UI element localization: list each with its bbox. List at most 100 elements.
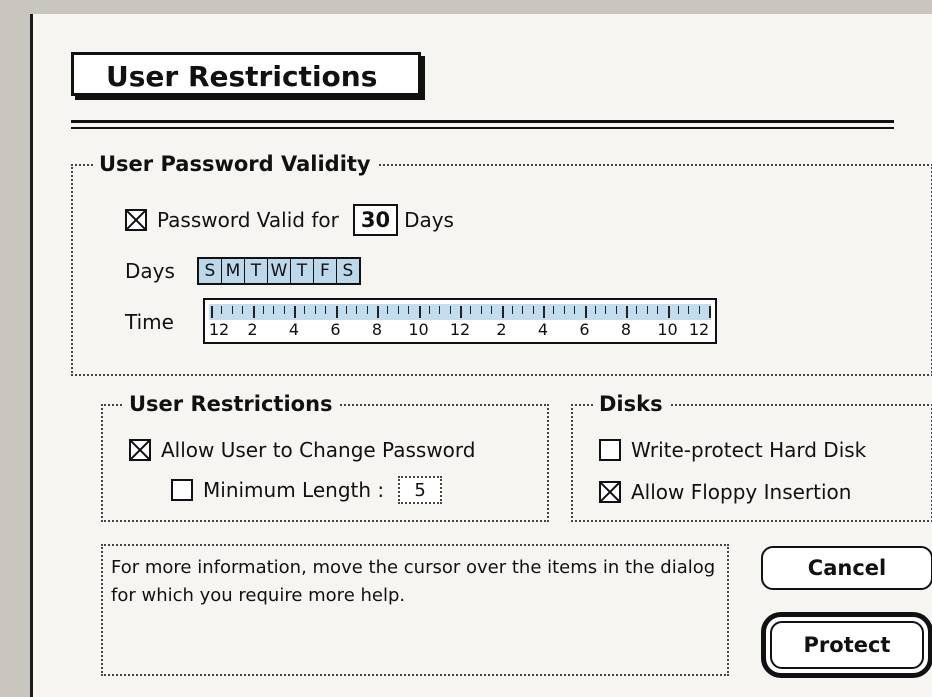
time-tick-label: 10: [408, 320, 429, 339]
protect-button[interactable]: Protect: [770, 621, 924, 669]
time-tick-label: 6: [579, 320, 590, 339]
time-tick: [356, 306, 358, 314]
min-length-row: Minimum Length : 5: [171, 476, 443, 504]
dialog-frame: User Restrictions User Password Validity…: [30, 14, 932, 697]
time-range-selector[interactable]: 12 2 4 6 8 10 12 2 4 6 8 10 12: [203, 298, 717, 344]
time-tick: [688, 306, 690, 314]
user-restrictions-group: User Restrictions: [101, 390, 549, 522]
time-tick: [522, 306, 524, 314]
day-thursday[interactable]: T: [290, 259, 314, 283]
password-valid-checkbox[interactable]: [125, 209, 147, 231]
time-tick: [304, 306, 306, 314]
time-tick: [387, 306, 389, 314]
time-tick: [242, 306, 244, 314]
min-length-field[interactable]: 5: [398, 476, 443, 504]
restrictions-dialog: User Restrictions User Password Validity…: [0, 0, 932, 697]
dialog-title: User Restrictions: [71, 52, 421, 96]
time-tick: [262, 306, 264, 314]
time-tick: [574, 306, 576, 314]
allow-change-checkbox[interactable]: [129, 439, 151, 461]
time-label: Time: [125, 310, 174, 334]
time-tick: [501, 306, 504, 318]
time-tick: [698, 306, 700, 314]
cancel-button[interactable]: Cancel: [761, 546, 932, 590]
day-wednesday[interactable]: W: [267, 259, 291, 283]
time-tick: [677, 306, 679, 314]
allow-floppy-label: Allow Floppy Insertion: [631, 480, 852, 504]
time-tick: [636, 306, 638, 314]
time-ticks: [211, 306, 711, 318]
time-tick-label: 12: [688, 320, 710, 339]
time-tick: [626, 306, 628, 318]
password-valid-label: Password Valid for: [157, 208, 339, 232]
allow-floppy-checkbox[interactable]: [599, 481, 621, 503]
title-divider-secondary: [71, 127, 894, 129]
day-sunday[interactable]: S: [198, 259, 222, 283]
time-tick: [460, 306, 462, 318]
password-days-field[interactable]: 30: [352, 204, 399, 236]
day-friday[interactable]: F: [313, 259, 337, 283]
protect-button-default-ring: Protect: [761, 612, 932, 678]
time-tick: [418, 306, 421, 318]
time-tick: [273, 306, 275, 314]
time-tick-label: 6: [330, 320, 341, 339]
time-tick: [428, 306, 430, 314]
time-tick-label: 4: [537, 320, 549, 339]
time-tick: [667, 306, 670, 318]
user-restrictions-title: User Restrictions: [123, 390, 339, 418]
time-tick: [231, 306, 233, 314]
disks-title: Disks: [593, 390, 669, 418]
allow-change-row: Allow User to Change Password: [129, 438, 475, 462]
time-tick: [397, 306, 399, 314]
time-tick: [594, 306, 596, 314]
help-text-box: For more information, move the cursor ov…: [101, 544, 729, 676]
day-saturday[interactable]: S: [336, 259, 359, 283]
title-divider: [71, 120, 894, 123]
time-row: Time: [125, 310, 174, 334]
allow-floppy-row: Allow Floppy Insertion: [599, 480, 851, 504]
time-tick: [345, 306, 347, 314]
time-tick-label: 4: [288, 320, 300, 339]
time-tick: [314, 306, 316, 314]
time-tick: [563, 306, 565, 314]
time-tick-label: 8: [620, 320, 632, 339]
time-tick: [709, 306, 711, 318]
time-tick: [584, 306, 587, 318]
time-tick: [646, 306, 648, 314]
time-tick: [532, 306, 534, 314]
min-length-checkbox[interactable]: [171, 479, 193, 501]
time-tick: [480, 306, 482, 314]
time-tick: [325, 306, 327, 314]
password-validity-title: User Password Validity: [93, 150, 377, 178]
days-row: Days S M T W T F S: [125, 257, 361, 285]
time-tick-label: 12: [449, 320, 471, 339]
time-tick: [252, 306, 255, 318]
time-tick: [366, 306, 368, 314]
days-label: Days: [125, 259, 175, 283]
time-tick: [470, 306, 472, 314]
time-tick: [294, 306, 296, 318]
password-valid-row: Password Valid for 30 Days: [125, 204, 454, 236]
time-tick: [605, 306, 607, 314]
time-tick: [221, 306, 223, 314]
time-tick: [408, 306, 410, 314]
write-protect-checkbox[interactable]: [599, 439, 621, 461]
time-tick: [335, 306, 338, 318]
day-monday[interactable]: M: [221, 259, 245, 283]
time-tick: [211, 306, 213, 318]
time-tick-label: 10: [657, 320, 678, 339]
password-days-unit: Days: [404, 208, 454, 232]
day-tuesday[interactable]: T: [244, 259, 268, 283]
time-tick-label: 2: [247, 320, 258, 339]
time-tick: [615, 306, 617, 314]
time-tick: [657, 306, 659, 314]
time-tick: [491, 306, 493, 314]
time-tick: [439, 306, 441, 314]
disks-group: Disks: [571, 390, 932, 522]
time-tick-label: 12: [208, 320, 230, 339]
min-length-label: Minimum Length :: [203, 478, 385, 502]
time-tick: [377, 306, 379, 318]
time-tick: [283, 306, 285, 314]
days-selector: S M T W T F S: [196, 257, 361, 285]
write-protect-label: Write-protect Hard Disk: [631, 438, 867, 462]
